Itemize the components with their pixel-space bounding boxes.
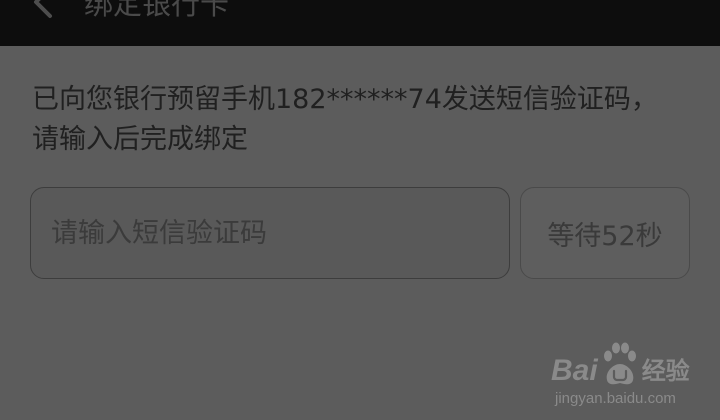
sms-sent-message: 已向您银行预留手机182******74发送短信验证码，请输入后完成绑定	[32, 84, 658, 155]
resend-countdown-label: 等待52秒	[547, 220, 663, 252]
resend-countdown-button[interactable]: 等待52秒	[520, 187, 690, 279]
top-navigation-bar: 绑定银行卡	[0, 0, 720, 46]
baidu-paw-icon	[603, 342, 636, 385]
baidu-jingyan-logo: Bai 经验	[551, 340, 690, 386]
watermark-brand-text: 经验	[641, 357, 690, 385]
watermark-url: jingyan.baidu.com	[555, 390, 676, 407]
baidu-jingyan-watermark: Bai 经验 jingyan.baidu.com	[545, 340, 715, 416]
page-title: 绑定银行卡	[84, 0, 230, 21]
sms-code-input[interactable]	[30, 187, 510, 279]
chevron-left-icon[interactable]	[26, 0, 62, 20]
